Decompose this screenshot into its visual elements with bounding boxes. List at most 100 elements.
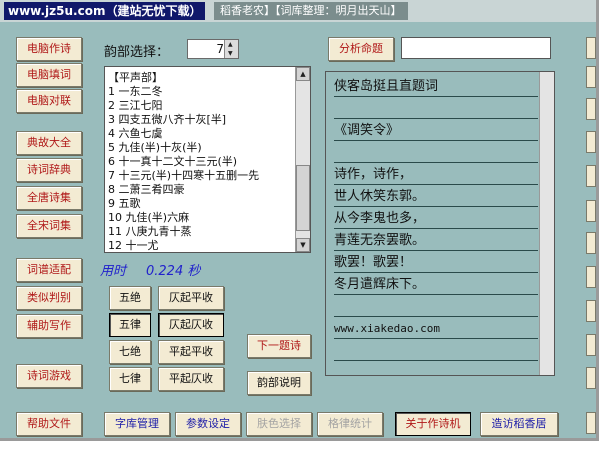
analyze-topic-button[interactable]: 分析命题	[328, 37, 394, 61]
list-scrollbar[interactable]: ▲ ▼	[295, 67, 310, 252]
topic-input[interactable]	[401, 37, 551, 59]
nav-tang-poems-button[interactable]: 全唐诗集	[16, 186, 82, 210]
spinner-up-icon[interactable]: ▲	[228, 42, 233, 48]
poem-line	[334, 142, 538, 163]
poem-line	[334, 98, 538, 119]
site-banner[interactable]: www.jz5u.com（建站无忧下载）	[4, 2, 206, 20]
nav-label: 全宋词集	[27, 219, 71, 232]
bottom-label: 字库管理	[115, 417, 159, 430]
nav-label: 电脑对联	[27, 94, 71, 107]
right-edge-button[interactable]	[586, 232, 596, 254]
nav-writing-aid-button[interactable]: 辅助写作	[16, 314, 82, 338]
form-five-jue-button[interactable]: 五绝	[109, 286, 151, 310]
bottom-label: 造访稻香居	[491, 417, 547, 430]
form-ze-ping-button[interactable]: 仄起平收	[158, 286, 224, 310]
nav-label: 诗词游戏	[27, 369, 71, 382]
poem-url-line: www.xiakedao.com	[334, 318, 538, 339]
spinner-down-icon[interactable]: ▼	[228, 51, 233, 57]
about-button[interactable]: 关于作诗机	[395, 412, 471, 436]
poem-line: 冬月遣辉床下。	[334, 274, 538, 295]
nav-computer-ci-button[interactable]: 电脑填词	[16, 63, 82, 87]
skin-select-button[interactable]: 肤色选择	[246, 412, 312, 436]
nav-allusion-button[interactable]: 典故大全	[16, 131, 82, 155]
nav-computer-couplet-button[interactable]: 电脑对联	[16, 89, 82, 113]
poem-line: 诗作，诗作，	[334, 164, 538, 185]
rhyme-spinner-value[interactable]: 7	[188, 40, 224, 58]
scroll-thumb[interactable]	[296, 165, 310, 231]
next-poem-button[interactable]: 下一题诗	[247, 334, 311, 358]
form-ping-ping-button[interactable]: 平起平收	[158, 340, 224, 364]
timing-label: 用时	[100, 264, 127, 279]
rhyme-spinner[interactable]: 7 ▲ ▼	[187, 39, 239, 59]
right-edge-button[interactable]	[586, 266, 596, 288]
poem-line	[334, 340, 538, 361]
right-edge-button[interactable]	[586, 37, 596, 59]
rhyme-select-label: 韵部选择：	[104, 45, 170, 60]
right-edge-button[interactable]	[586, 367, 596, 389]
form-label: 七绝	[119, 345, 141, 358]
settings-button[interactable]: 参数设定	[175, 412, 241, 436]
nav-dictionary-button[interactable]: 诗词辞典	[16, 158, 82, 182]
right-edge-button[interactable]	[586, 98, 596, 120]
next-label: 下一题诗	[257, 339, 301, 352]
poem-line: 世人休笑东郭。	[334, 186, 538, 207]
poem-line: 青莲无奈罢歌。	[334, 230, 538, 251]
right-edge-button[interactable]	[586, 165, 596, 187]
title-bar: www.jz5u.com（建站无忧下载） 稻香老农】【词库整理：明月出天山】	[0, 0, 596, 22]
nav-ci-pattern-button[interactable]: 词谱适配	[16, 258, 82, 282]
right-edge-button[interactable]	[586, 300, 596, 322]
nav-song-ci-button[interactable]: 全宋词集	[16, 214, 82, 238]
right-edge-button[interactable]	[586, 334, 596, 356]
visit-site-button[interactable]: 造访稻香居	[480, 412, 558, 436]
nav-label: 词谱适配	[27, 263, 71, 276]
form-seven-lv-button[interactable]: 七律	[109, 367, 151, 391]
form-label: 平起平收	[169, 345, 213, 358]
nav-label: 电脑作诗	[27, 42, 71, 55]
spinner-arrows[interactable]: ▲ ▼	[224, 40, 238, 58]
poem-line	[334, 362, 538, 375]
timing-value: 0.224 秒	[146, 264, 201, 279]
bottom-label: 参数设定	[186, 417, 230, 430]
meter-stats-button[interactable]: 格律统计	[317, 412, 383, 436]
nav-label: 辅助写作	[27, 319, 71, 332]
poem-line: 歌罢！歌罢！	[334, 252, 538, 273]
nav-label: 典故大全	[27, 136, 71, 149]
credits-text: 稻香老农】【词库整理：明月出天山】	[214, 2, 408, 20]
right-edge-button[interactable]	[586, 131, 596, 153]
rhyme-help-label: 韵部说明	[257, 376, 301, 389]
nav-label: 诗词辞典	[27, 163, 71, 176]
poem-line: 《调笑令》	[334, 120, 538, 141]
right-edge-button[interactable]	[586, 66, 596, 88]
list-item[interactable]: 12 十一尤	[108, 237, 159, 252]
poem-line: 从今李鬼也多，	[334, 208, 538, 229]
bottom-label: 关于作诗机	[405, 417, 461, 430]
scroll-up-icon[interactable]: ▲	[296, 67, 310, 81]
poem-scrollbar[interactable]	[539, 72, 554, 375]
font-manage-button[interactable]: 字库管理	[104, 412, 170, 436]
form-label: 五律	[119, 318, 141, 331]
poem-line: 侠客岛挺且直题词	[334, 76, 538, 97]
nav-similarity-button[interactable]: 类似判别	[16, 286, 82, 310]
scroll-down-icon[interactable]: ▼	[296, 238, 310, 252]
poem-line	[334, 296, 538, 317]
app-window: www.jz5u.com（建站无忧下载） 稻香老农】【词库整理：明月出天山】 电…	[0, 0, 599, 441]
right-edge-button[interactable]	[586, 412, 596, 434]
form-ping-ze-button[interactable]: 平起仄收	[158, 367, 224, 391]
form-label: 七律	[119, 372, 141, 385]
form-label: 仄起平收	[169, 291, 213, 304]
nav-label: 电脑填词	[27, 68, 71, 81]
bottom-label: 格律统计	[328, 417, 372, 430]
nav-help-file-button[interactable]: 帮助文件	[16, 412, 82, 436]
form-label: 平起仄收	[169, 372, 213, 385]
form-seven-jue-button[interactable]: 七绝	[109, 340, 151, 364]
rhyme-help-button[interactable]: 韵部说明	[247, 371, 311, 395]
nav-label: 全唐诗集	[27, 191, 71, 204]
nav-poetry-game-button[interactable]: 诗词游戏	[16, 364, 82, 388]
nav-label: 类似判别	[27, 291, 71, 304]
rhyme-list[interactable]: 【平声部】 1 一东二冬 2 三江七阳 3 四支五微八齐十灰[半] 4 六鱼七虞…	[104, 66, 311, 253]
form-ze-ze-button[interactable]: 仄起仄收	[158, 313, 224, 337]
nav-computer-poetry-button[interactable]: 电脑作诗	[16, 37, 82, 61]
form-five-lv-button[interactable]: 五律	[109, 313, 151, 337]
right-edge-button[interactable]	[586, 200, 596, 222]
poem-display[interactable]: 侠客岛挺且直题词 《调笑令》 诗作，诗作， 世人休笑东郭。 从今李鬼也多， 青莲…	[325, 71, 555, 376]
